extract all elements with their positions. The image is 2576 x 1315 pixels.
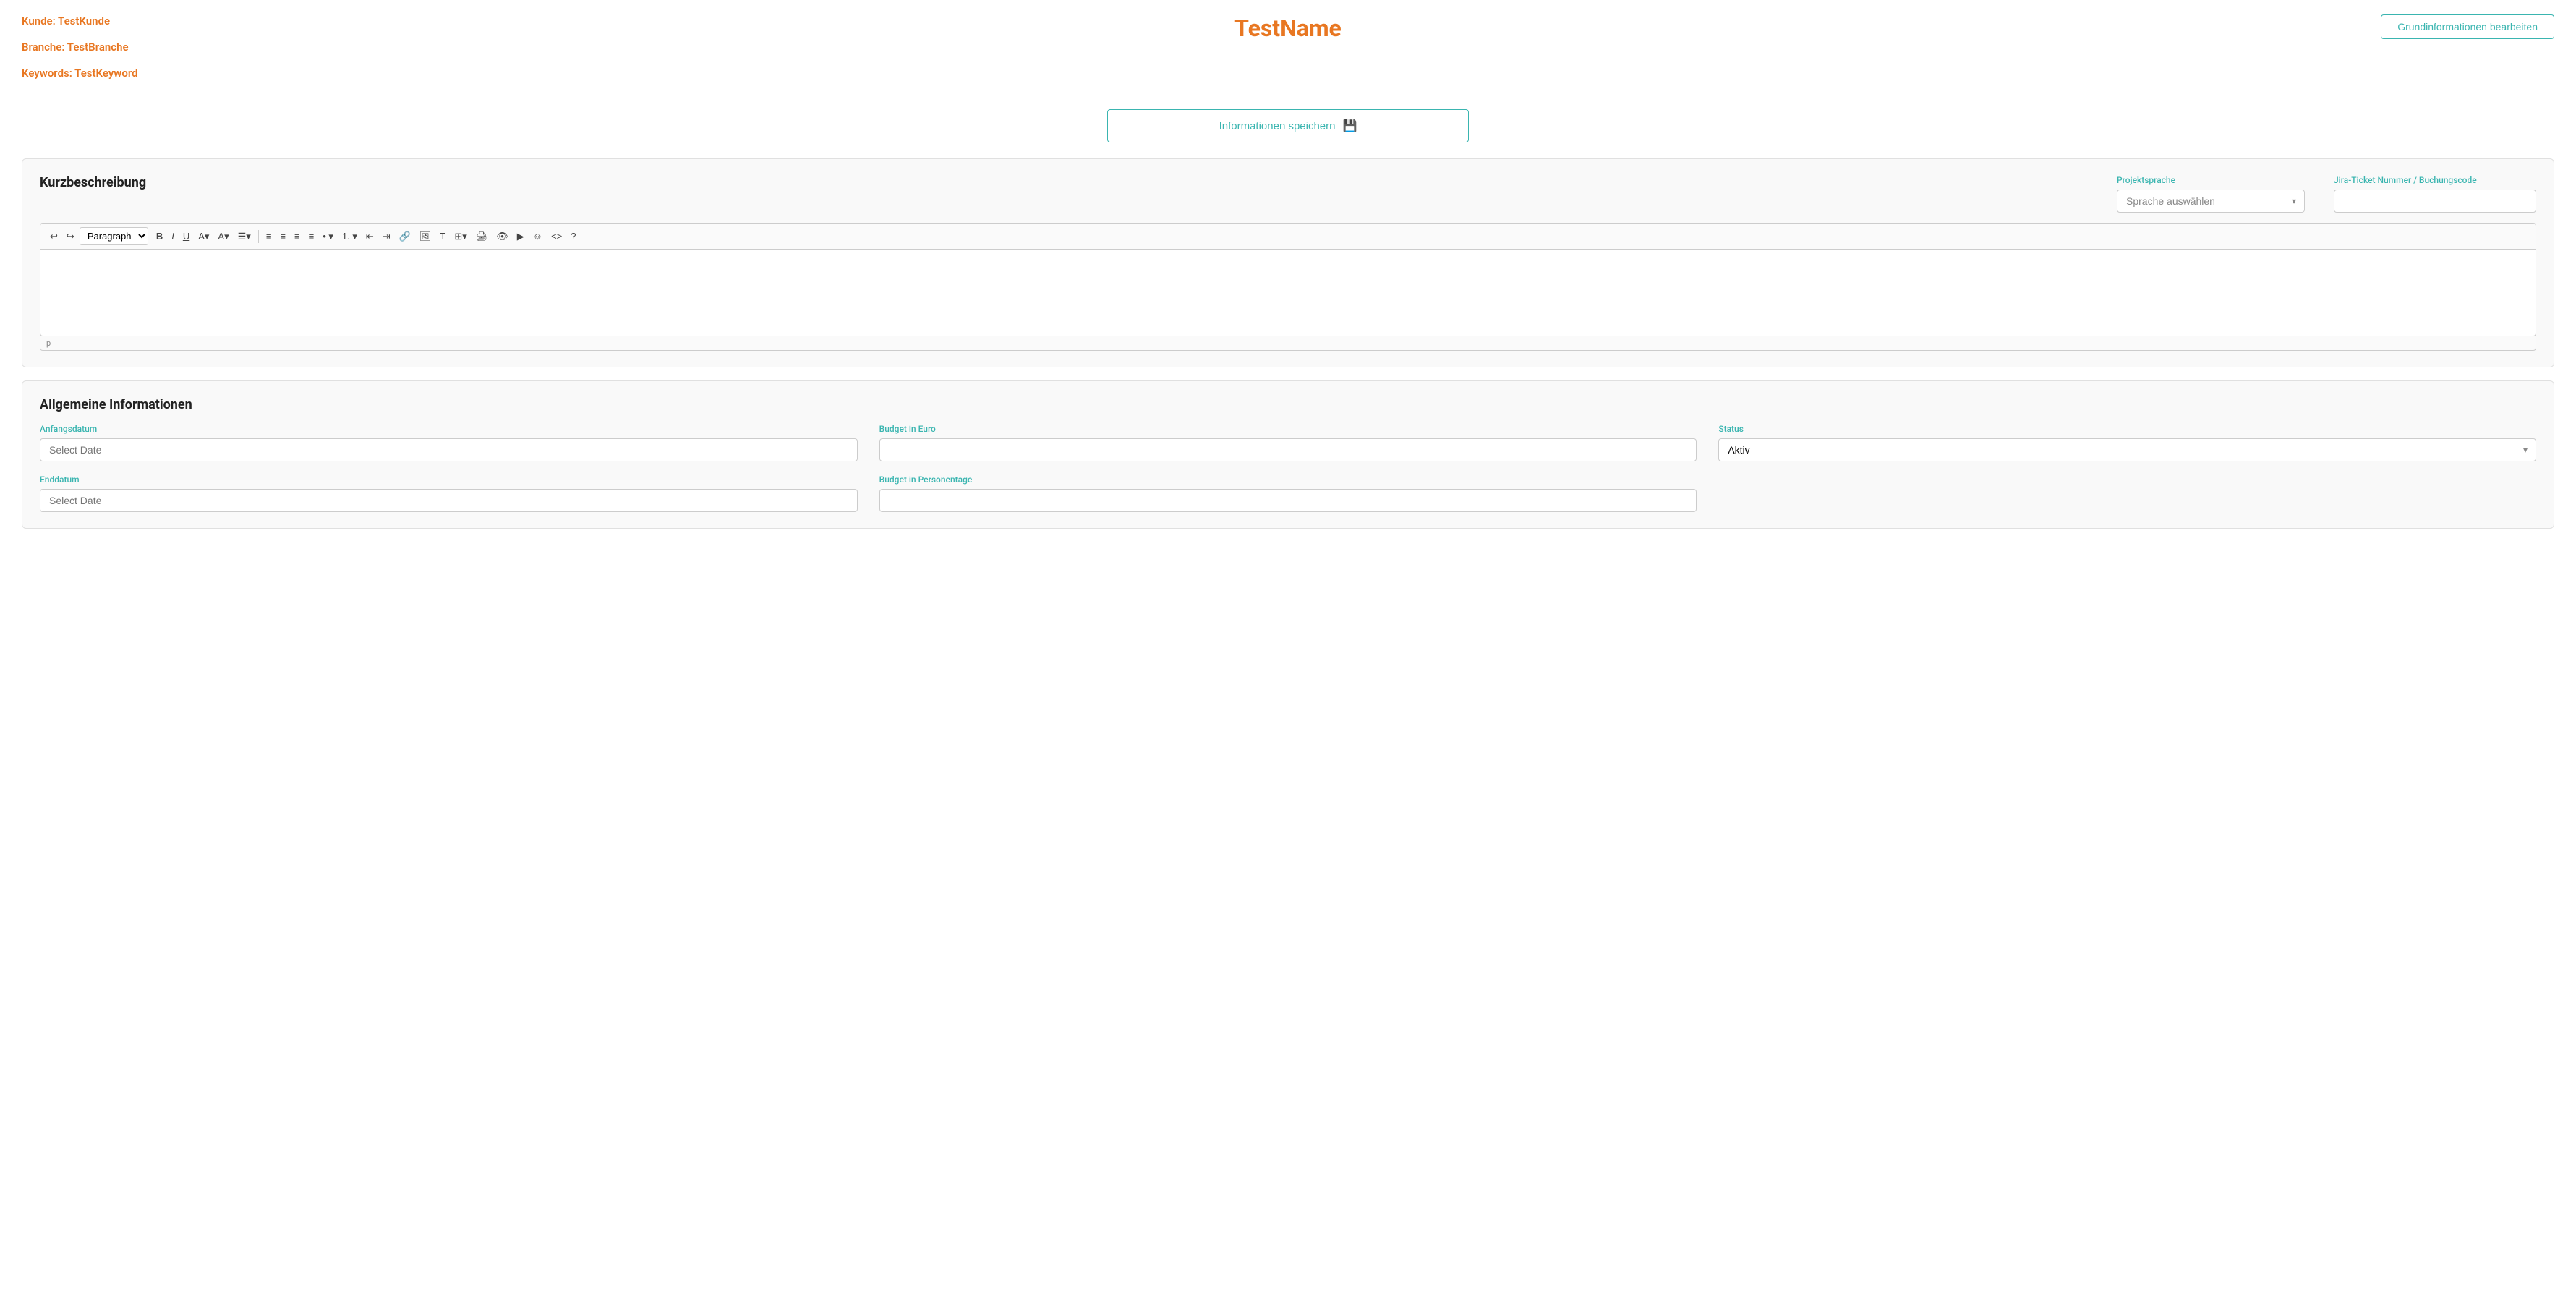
allgemeine-info-title: Allgemeine Informationen xyxy=(40,397,2536,412)
save-icon: 💾 xyxy=(1343,119,1357,133)
bold-button[interactable]: B xyxy=(153,228,166,244)
underline-button[interactable]: U xyxy=(179,228,193,244)
fullscreen-button[interactable]: ▶ xyxy=(513,228,528,245)
budget-persontage-label: Budget in Personentage xyxy=(879,474,1697,485)
page-title: TestName xyxy=(1234,14,1342,42)
kunde-label: Kunde: TestKunde xyxy=(22,14,138,27)
print-button[interactable]: 🖨 xyxy=(472,228,492,245)
enddatum-label: Enddatum xyxy=(40,474,858,485)
save-label: Informationen speichern xyxy=(1219,120,1336,132)
preview-button[interactable]: 👁 xyxy=(492,228,512,245)
ordered-list-button[interactable]: 1. ▾ xyxy=(338,228,361,245)
status-select[interactable]: Aktiv Inaktiv Abgeschlossen xyxy=(1718,438,2536,461)
line-height-button[interactable]: ☰▾ xyxy=(234,228,255,245)
code-button[interactable]: <> xyxy=(547,228,566,244)
bullet-list-button[interactable]: • ▾ xyxy=(319,228,337,245)
jira-label: Jira-Ticket Nummer / Buchungscode xyxy=(2334,175,2536,185)
branche-label: Branche: TestBranche xyxy=(22,41,138,54)
indent-in-button[interactable]: ⇥ xyxy=(379,228,394,245)
editor-content-area[interactable] xyxy=(40,250,2536,336)
budget-euro-label: Budget in Euro xyxy=(879,424,1697,434)
toolbar-divider-1 xyxy=(258,230,259,243)
redo-button[interactable]: ↪ xyxy=(63,228,78,245)
edit-grundinfo-button[interactable]: Grundinformationen bearbeiten xyxy=(2381,14,2554,39)
align-center-button[interactable]: ≡ xyxy=(276,228,289,244)
undo-button[interactable]: ↩ xyxy=(46,228,61,245)
italic-button[interactable]: I xyxy=(168,228,178,244)
save-button[interactable]: Informationen speichern 💾 xyxy=(1107,109,1469,142)
status-label: Status xyxy=(1718,424,2536,434)
allgemeine-info-card: Allgemeine Informationen Anfangsdatum Bu… xyxy=(22,380,2554,529)
font-color-button[interactable]: A▾ xyxy=(214,228,232,245)
kurzbeschreibung-card: Kurzbeschreibung Projektsprache Sprache … xyxy=(22,158,2554,367)
projektsprache-select[interactable]: Sprache auswählen Deutsch Englisch Franz… xyxy=(2117,190,2305,213)
emoji-button[interactable]: ☺ xyxy=(529,228,546,244)
align-justify-button[interactable]: ≡ xyxy=(305,228,318,244)
budget-persontage-input[interactable] xyxy=(879,489,1697,512)
anfangsdatum-label: Anfangsdatum xyxy=(40,424,858,434)
align-left-button[interactable]: ≡ xyxy=(263,228,276,244)
table-button[interactable]: ⊞▾ xyxy=(451,228,470,245)
jira-input[interactable] xyxy=(2334,190,2536,213)
indent-out-button[interactable]: ⇤ xyxy=(362,228,378,245)
projektsprache-label: Projektsprache xyxy=(2117,175,2305,185)
budget-euro-input[interactable] xyxy=(879,438,1697,461)
format-clear-button[interactable]: T xyxy=(436,228,449,244)
paragraph-select[interactable]: Paragraph Heading 1 Heading 2 Heading 3 xyxy=(80,227,148,245)
keywords-label: Keywords: TestKeyword xyxy=(22,67,138,80)
align-right-button[interactable]: ≡ xyxy=(291,228,304,244)
editor-toolbar: ↩ ↪ Paragraph Heading 1 Heading 2 Headin… xyxy=(40,223,2536,250)
highlight-button[interactable]: A▾ xyxy=(195,228,213,245)
help-button[interactable]: ? xyxy=(567,228,579,244)
link-button[interactable]: 🔗 xyxy=(396,228,414,245)
anfangsdatum-input[interactable] xyxy=(40,438,858,461)
enddatum-input[interactable] xyxy=(40,489,858,512)
image-button[interactable]: 🖼 xyxy=(416,228,435,245)
kurzbeschreibung-title: Kurzbeschreibung xyxy=(40,175,146,190)
editor-status: p xyxy=(40,336,2536,351)
